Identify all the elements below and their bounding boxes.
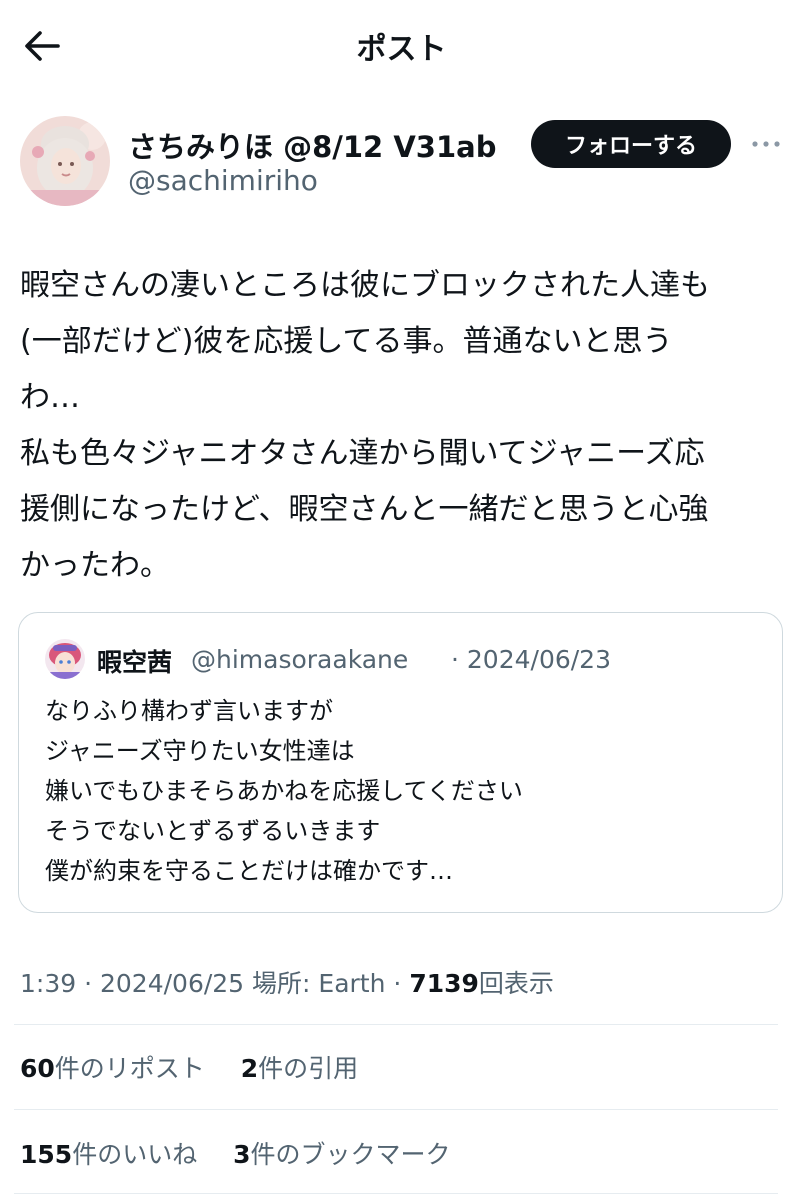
- divider: [14, 1109, 778, 1110]
- post-location: 場所: Earth ·: [252, 969, 402, 998]
- quoted-line: 嫌いでもひまそらあかねを応援してください: [45, 777, 523, 805]
- likes-label: 件のいいね: [72, 1140, 198, 1169]
- quoted-line: なりふり構わず言いますが: [45, 697, 333, 725]
- post-metadata: 1:39 · 2024/06/25 場所: Earth · 7139回表示: [20, 964, 554, 1000]
- bookmarks-count: 3: [233, 1140, 251, 1169]
- likes-stat[interactable]: 155件のいいね: [20, 1140, 197, 1169]
- post-time[interactable]: 1:39: [20, 969, 76, 998]
- author-handle[interactable]: @sachimiriho: [128, 164, 318, 197]
- follow-button[interactable]: フォローする: [531, 120, 731, 168]
- post-line: 暇空さんの凄いところは彼にブロックされた人達も: [20, 268, 710, 303]
- like-bookmark-stats: 155件のいいね 3件のブックマーク: [20, 1135, 451, 1171]
- post-line: かったわ。: [20, 548, 170, 583]
- quotes-label: 件の引用: [258, 1054, 359, 1083]
- quoted-post-date: · 2024/06/23: [451, 645, 611, 674]
- quoted-line: ジャニーズ守りたい女性達は: [45, 737, 355, 765]
- likes-count: 155: [20, 1140, 73, 1169]
- post-line: 私も色々ジャニオタさん達から聞いてジャニーズ応: [20, 436, 705, 471]
- divider: [14, 1024, 778, 1025]
- bookmarks-label: 件のブックマーク: [250, 1140, 451, 1169]
- post-line: (一部だけど)彼を応援してる事。普通ないと思う: [20, 324, 673, 359]
- bookmarks-stat[interactable]: 3件のブックマーク: [233, 1140, 450, 1169]
- divider: [14, 1193, 778, 1194]
- views-label: 回表示: [478, 969, 554, 998]
- quoted-post-text: なりふり構わず言いますが ジャニーズ守りたい女性達は 嫌いでもひまそらあかねを応…: [45, 691, 523, 891]
- page-title: ポスト: [356, 32, 447, 67]
- post-text: 暇空さんの凄いところは彼にブロックされた人達も (一部だけど)彼を応援してる事。…: [20, 258, 790, 594]
- quoted-line: そうでないとずるずるいきます: [45, 817, 381, 845]
- post-date[interactable]: · 2024/06/25: [84, 969, 244, 998]
- quoted-avatar-image: [45, 639, 85, 679]
- quotes-stat[interactable]: 2件の引用: [241, 1054, 358, 1083]
- quoted-author-avatar[interactable]: [45, 639, 85, 679]
- views-count: 7139: [409, 969, 479, 998]
- avatar-image: [20, 116, 110, 206]
- quoted-author-name[interactable]: 暇空茜: [97, 643, 172, 679]
- repost-quote-stats: 60件のリポスト 2件の引用: [20, 1049, 358, 1085]
- top-bar: ポスト: [0, 0, 803, 90]
- author-display-name[interactable]: さちみりほ @8/12 V31ab: [128, 124, 496, 166]
- reposts-label: 件のリポスト: [54, 1054, 205, 1083]
- author-avatar[interactable]: [20, 116, 110, 206]
- reposts-count: 60: [20, 1054, 55, 1083]
- quoted-post[interactable]: 暇空茜 @himasoraakane · 2024/06/23 なりふり構わず言…: [18, 612, 783, 913]
- reposts-stat[interactable]: 60件のリポスト: [20, 1054, 205, 1083]
- post-line: わ…: [20, 380, 80, 415]
- quoted-line: 僕が約束を守ることだけは確かです…: [45, 857, 453, 885]
- quotes-count: 2: [240, 1054, 259, 1083]
- quoted-author-handle[interactable]: @himasoraakane: [191, 645, 408, 674]
- post-line: 援側になったけど、暇空さんと一緒だと思うと心強: [20, 492, 709, 527]
- more-horizontal-icon[interactable]: [750, 128, 782, 160]
